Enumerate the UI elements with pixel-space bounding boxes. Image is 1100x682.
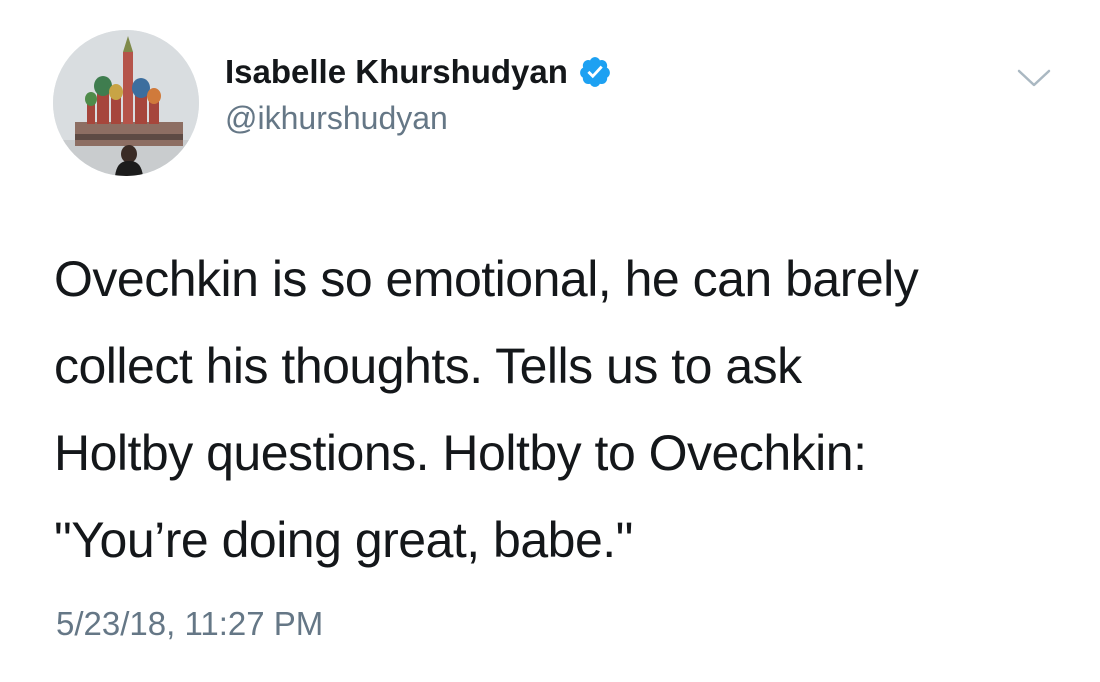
tweet-text-line: Holtby questions. Holtby to Ovechkin:	[54, 425, 867, 481]
avatar-photo-icon	[53, 30, 199, 176]
tweet-text-line: "You’re doing great, babe."	[54, 512, 633, 568]
tweet-text-line: Ovechkin is so emotional, he can barely	[54, 251, 919, 307]
verified-badge-icon	[578, 55, 612, 89]
user-handle[interactable]: @ikhurshudyan	[225, 100, 612, 137]
user-info: Isabelle Khurshudyan @ikhurshudyan	[225, 46, 612, 137]
name-row: Isabelle Khurshudyan	[225, 46, 612, 98]
avatar[interactable]	[53, 30, 199, 176]
chevron-down-icon[interactable]	[1016, 66, 1052, 90]
tweet-text: Ovechkin is so emotional, he can barely …	[54, 236, 1074, 584]
tweet-text-line: collect his thoughts. Tells us to ask	[54, 338, 802, 394]
tweet-timestamp[interactable]: 5/23/18, 11:27 PM	[56, 605, 323, 643]
display-name[interactable]: Isabelle Khurshudyan	[225, 53, 568, 91]
tweet-card: Isabelle Khurshudyan @ikhurshudyan Ovech…	[0, 0, 1100, 682]
